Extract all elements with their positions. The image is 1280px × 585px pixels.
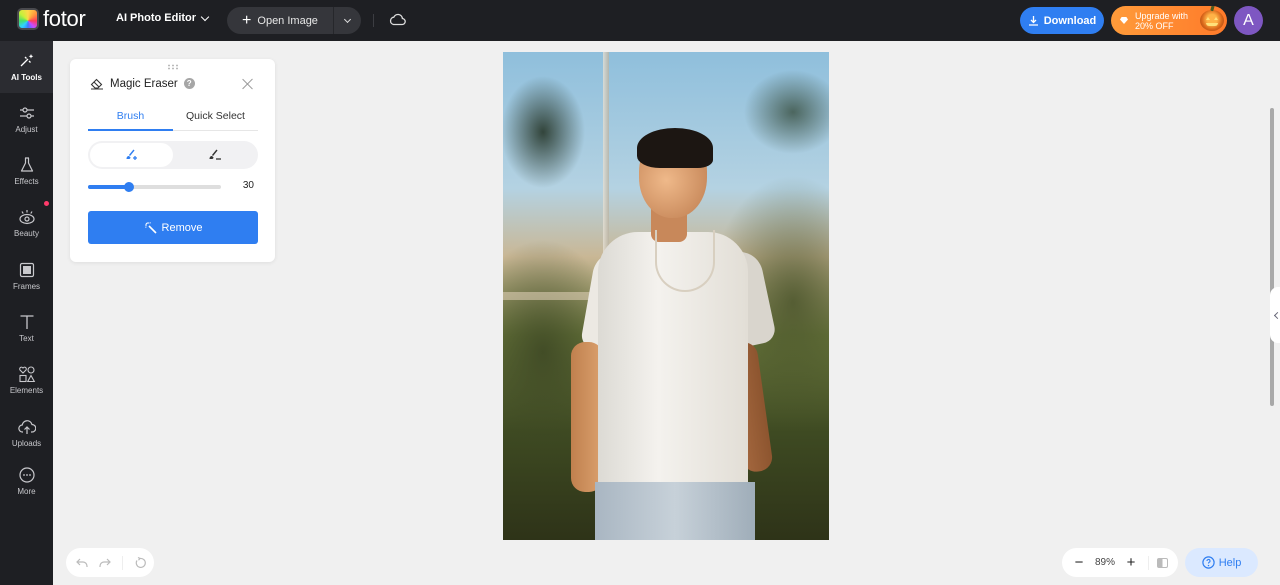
- sidebar-label: Beauty: [14, 229, 39, 238]
- avatar[interactable]: A: [1234, 6, 1263, 35]
- mode-tabs: Brush Quick Select: [88, 105, 258, 131]
- panel-title: Magic Eraser: [110, 77, 178, 90]
- undo-icon: [76, 558, 88, 567]
- upgrade-text: Upgrade with 20% OFF: [1135, 11, 1188, 31]
- canvas-photo[interactable]: [503, 52, 829, 540]
- sidebar-label: Effects: [14, 177, 39, 186]
- plus-icon: +: [242, 11, 252, 29]
- cloud-icon: [389, 13, 406, 26]
- notification-badge: [44, 201, 49, 206]
- canvas-scrollbar[interactable]: [1270, 108, 1274, 406]
- brush-erase-icon: [209, 149, 221, 160]
- pumpkin-icon: [1200, 10, 1224, 31]
- fotor-logo[interactable]: fotor: [17, 8, 86, 30]
- zoom-in-button[interactable]: +: [1124, 555, 1138, 570]
- redo-icon: [99, 558, 111, 567]
- sidebar-item-elements[interactable]: Elements: [0, 354, 53, 406]
- sidebar-item-text[interactable]: Text: [0, 302, 53, 354]
- chevron-left-icon: [1273, 311, 1280, 319]
- open-image-button[interactable]: + Open Image: [227, 7, 334, 34]
- sidebar-item-ai-tools[interactable]: AI Tools: [0, 41, 53, 93]
- eraser-icon: [90, 78, 103, 90]
- zoom-out-button[interactable]: −: [1072, 555, 1086, 570]
- brush-size-value: 30: [242, 180, 254, 191]
- sidebar-label: Elements: [9, 386, 44, 395]
- compare-icon[interactable]: [1157, 557, 1168, 568]
- history-controls: [66, 548, 154, 577]
- sidebar-label: AI Tools: [11, 73, 42, 82]
- sidebar-item-more[interactable]: More: [0, 455, 53, 507]
- open-image-dropdown[interactable]: [334, 7, 361, 34]
- sidebar-label: Frames: [12, 282, 41, 291]
- sidebar-label: Adjust: [15, 125, 38, 134]
- sidebar: AI Tools Adjust Effects Beauty Frames Te…: [0, 41, 53, 585]
- divider: [122, 555, 123, 570]
- text-icon: [20, 315, 33, 329]
- upgrade-line1: Upgrade with: [1135, 10, 1189, 21]
- cloud-save-button[interactable]: [389, 12, 406, 31]
- help-button[interactable]: Help: [1185, 548, 1258, 577]
- shapes-icon: [18, 366, 35, 383]
- sliders-icon: [19, 107, 34, 119]
- top-bar: fotor AI Photo Editor + Open Image Downl…: [0, 0, 1280, 41]
- brand-name: fotor: [43, 6, 86, 31]
- remove-button[interactable]: Remove: [88, 211, 258, 244]
- sparkle-icon: [20, 54, 33, 67]
- sidebar-item-effects[interactable]: Effects: [0, 145, 53, 197]
- panel-header: Magic Eraser ?: [90, 77, 195, 90]
- eye-icon: [18, 210, 35, 225]
- undo-button[interactable]: [76, 558, 88, 568]
- upgrade-button[interactable]: Upgrade with 20% OFF: [1111, 6, 1227, 35]
- product-menu[interactable]: AI Photo Editor: [116, 12, 210, 24]
- help-label: Help: [1218, 556, 1242, 569]
- brush-add-button[interactable]: [90, 143, 173, 167]
- slider-thumb[interactable]: [124, 182, 135, 192]
- frame-icon: [19, 262, 34, 278]
- download-button[interactable]: Download: [1020, 7, 1104, 34]
- open-image-group: + Open Image: [227, 7, 361, 34]
- close-icon[interactable]: [242, 78, 254, 90]
- redo-button[interactable]: [99, 558, 111, 568]
- sidebar-label: More: [17, 487, 36, 496]
- brush-mode-toggle: [88, 141, 258, 169]
- more-icon: [18, 467, 35, 483]
- upgrade-line2: 20% OFF: [1135, 20, 1174, 31]
- flask-icon: [20, 157, 33, 172]
- chevron-down-icon: [200, 12, 210, 21]
- sidebar-label: Uploads: [11, 439, 42, 448]
- reset-icon: [135, 556, 146, 568]
- sidebar-item-uploads[interactable]: Uploads: [0, 407, 53, 459]
- remove-label: Remove: [161, 221, 203, 234]
- zoom-controls: − 89% +: [1062, 548, 1178, 577]
- logo-icon: [17, 8, 39, 30]
- download-icon: [1028, 16, 1038, 26]
- chevron-down-icon: [343, 15, 352, 23]
- tab-quick-select[interactable]: Quick Select: [173, 105, 258, 130]
- divider: [373, 14, 374, 27]
- magic-eraser-panel: Magic Eraser ? Brush Quick Select 30 Rem…: [70, 59, 275, 262]
- brush-size-slider[interactable]: [88, 182, 221, 192]
- help-circle-icon: [1201, 556, 1215, 569]
- cloud-upload-icon: [17, 420, 36, 434]
- reset-button[interactable]: [134, 556, 146, 569]
- expand-right-panel-button[interactable]: [1270, 287, 1280, 343]
- help-icon[interactable]: ?: [183, 78, 195, 89]
- divider: [1148, 555, 1149, 570]
- brush-erase-button[interactable]: [173, 143, 256, 167]
- product-menu-label: AI Photo Editor: [116, 12, 197, 24]
- slider-fill: [88, 185, 130, 189]
- magic-wand-icon: [144, 222, 157, 234]
- tab-brush[interactable]: Brush: [88, 105, 173, 131]
- sidebar-item-adjust[interactable]: Adjust: [0, 93, 53, 145]
- zoom-level[interactable]: 89%: [1086, 557, 1124, 568]
- diamond-icon: [1120, 17, 1128, 24]
- brush-add-icon: [126, 149, 137, 160]
- sidebar-label: Text: [19, 334, 34, 343]
- open-image-label: Open Image: [257, 14, 318, 27]
- drag-handle[interactable]: [167, 64, 179, 70]
- download-label: Download: [1043, 14, 1097, 27]
- sidebar-item-frames[interactable]: Frames: [0, 250, 53, 302]
